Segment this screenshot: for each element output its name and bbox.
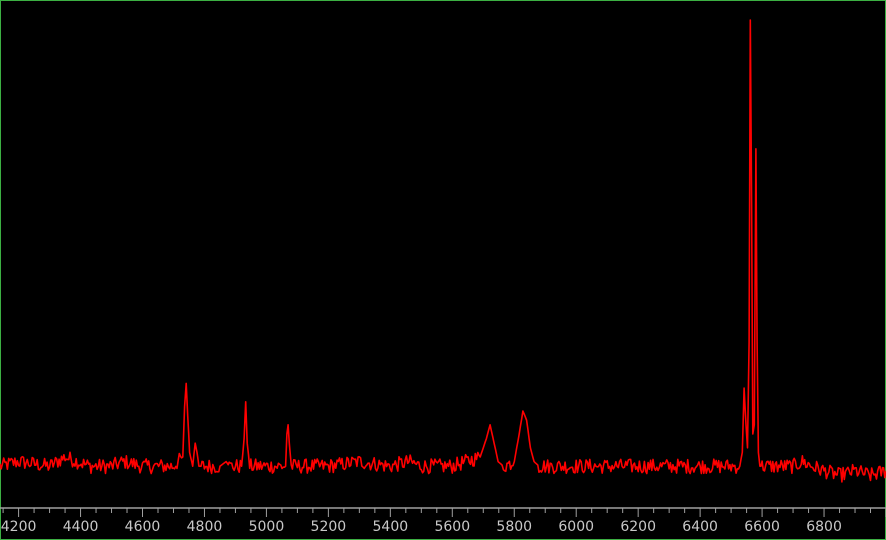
- x-tick-label: 5800: [496, 519, 532, 535]
- x-tick-label: 6600: [744, 519, 780, 535]
- x-tick-label: 4400: [63, 519, 99, 535]
- series-group: [0, 19, 886, 483]
- x-tick-label: 6800: [806, 519, 842, 535]
- x-tick-label: 6200: [620, 519, 656, 535]
- x-tick-label: 4600: [125, 519, 161, 535]
- spectrum-series-line: [0, 19, 886, 483]
- x-tick-label: 6000: [558, 519, 594, 535]
- x-tick-label: 5400: [373, 519, 409, 535]
- x-tick-label: 5000: [249, 519, 285, 535]
- x-tick-label: 4800: [187, 519, 223, 535]
- x-axis-ticks: [2, 508, 886, 517]
- x-tick-label: 4200: [1, 519, 37, 535]
- x-axis: 4200 4400 4600 4800 5000 5200 5400 5600 5800 6000…: [0, 507, 886, 535]
- x-axis-tick-labels: 4200 4400 4600 4800 5000 5200 5400 5600 5800 6000…: [1, 519, 842, 535]
- spectrum-chart: 4200 4400 4600 4800 5000 5200 5400 5600 5800 6000…: [0, 19, 886, 535]
- x-tick-label: 5200: [311, 519, 347, 535]
- x-tick-label: 5600: [434, 519, 470, 535]
- x-tick-label: 6400: [682, 519, 718, 535]
